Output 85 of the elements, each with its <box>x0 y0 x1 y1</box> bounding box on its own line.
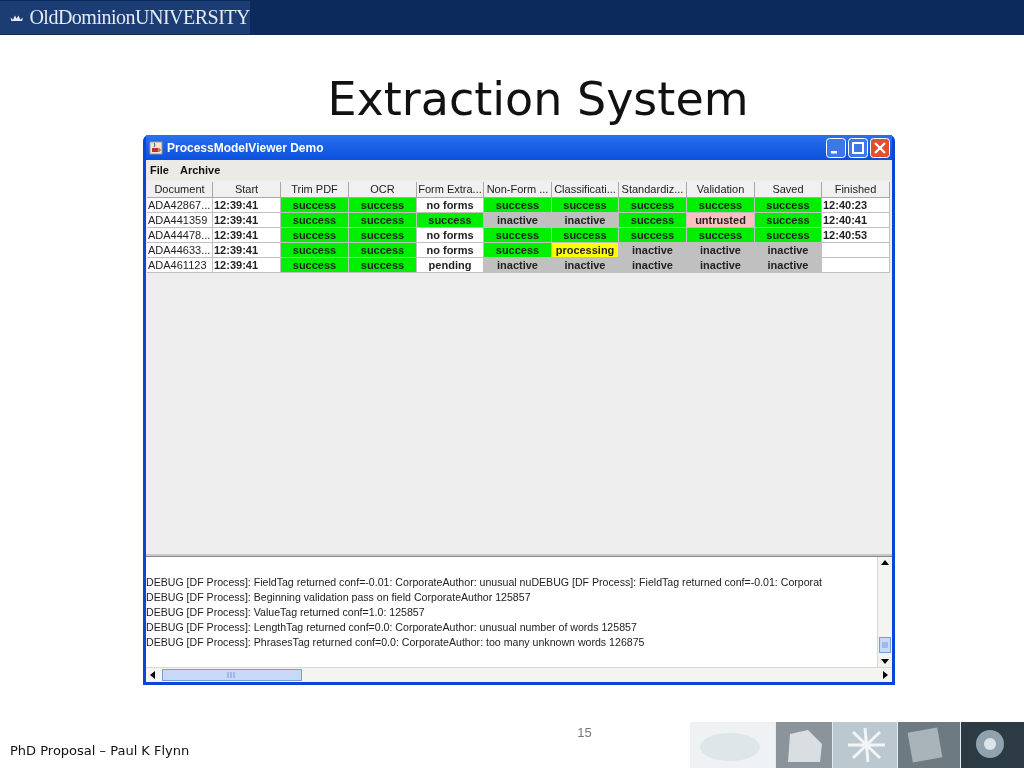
table-cell: success <box>552 198 619 213</box>
table-cell: no forms <box>417 198 484 213</box>
scroll-thumb <box>879 637 891 653</box>
coffee-cup-icon <box>149 140 163 155</box>
column-header[interactable]: OCR <box>349 182 417 198</box>
table-cell: success <box>687 198 755 213</box>
table-cell: success <box>281 213 349 228</box>
table-cell: inactive <box>687 258 755 273</box>
log-line: DEBUG [DF Process]: LengthTag returned conf=0.0: CorporateAuthor: unusual number of words 125857 <box>146 620 637 635</box>
table-cell: 12:39:41 <box>213 228 281 243</box>
table-cell: inactive <box>619 258 687 273</box>
table-cell: 12:39:41 <box>213 243 281 258</box>
maximize-button[interactable] <box>848 137 868 158</box>
table-cell: success <box>552 228 619 243</box>
table-cell: success <box>619 228 687 243</box>
horizontal-scrollbar[interactable] <box>146 667 892 682</box>
table-cell: success <box>349 198 417 213</box>
table-cell: success <box>755 198 822 213</box>
table-cell: success <box>484 228 552 243</box>
column-header[interactable]: Classificati... <box>552 182 619 198</box>
table-cell: inactive <box>484 213 552 228</box>
table-cell: 12:40:23 <box>822 198 890 213</box>
table-cell: success <box>349 228 417 243</box>
table-cell: 12:39:41 <box>213 198 281 213</box>
menu-item[interactable]: Archive <box>179 164 221 176</box>
table-cell: success <box>755 213 822 228</box>
table-cell: success <box>484 198 552 213</box>
table-cell: no forms <box>417 228 484 243</box>
table-cell: success <box>755 228 822 243</box>
table-cell: inactive <box>619 243 687 258</box>
slide-title: Extraction System <box>326 71 750 128</box>
table-cell: 12:40:41 <box>822 213 890 228</box>
column-header[interactable]: Start <box>213 182 281 198</box>
table-cell: success <box>281 198 349 213</box>
column-header[interactable]: Non-Form ... <box>484 182 552 198</box>
table-cell: success <box>281 258 349 273</box>
table-cell: success <box>619 198 687 213</box>
table-cell: 12:40:53 <box>822 228 890 243</box>
log-line: DEBUG [DF Process]: Beginning validation pass on field CorporateAuthor 125857 <box>146 590 531 605</box>
table-cell: inactive <box>687 243 755 258</box>
close-button[interactable] <box>870 137 890 158</box>
column-header[interactable]: Trim PDF <box>281 182 349 198</box>
minimize-button[interactable] <box>826 137 846 158</box>
column-header[interactable]: Finished <box>822 182 890 198</box>
column-header[interactable]: Form Extra... <box>417 182 484 198</box>
table-cell: inactive <box>552 213 619 228</box>
table-cell: success <box>349 213 417 228</box>
table-cell: no forms <box>417 243 484 258</box>
left-arrow-icon <box>148 669 158 681</box>
table-cell: success <box>417 213 484 228</box>
table-cell: success <box>619 213 687 228</box>
table-cell: success <box>349 258 417 273</box>
table-cell: ADA461123 <box>147 258 213 273</box>
log-line: DEBUG [DF Process]: ValueTag returned conf=1.0: 125857 <box>146 605 425 620</box>
table-cell: processing <box>552 243 619 258</box>
table-cell: inactive <box>484 258 552 273</box>
column-header[interactable]: Document <box>147 182 213 198</box>
menu-item[interactable]: File <box>150 164 169 176</box>
table-cell: inactive <box>755 243 822 258</box>
column-header[interactable]: Validation <box>687 182 755 198</box>
table-cell: ADA441359 <box>147 213 213 228</box>
page-number: 15 <box>577 725 592 740</box>
table-cell: ADA44478... <box>147 228 213 243</box>
table-cell: inactive <box>552 258 619 273</box>
table-cell: success <box>281 243 349 258</box>
table-cell: ADA44633... <box>147 243 213 258</box>
table-cell: 12:39:41 <box>213 258 281 273</box>
logo-text: OldDominionUNIVERSITY <box>29 6 250 29</box>
log-line: DEBUG [DF Process]: FieldTag returned conf=-0.01: CorporateAuthor: unusual nuDEBUG [DF Process]: FieldTag returned conf=-0.01: Corporat <box>146 575 822 590</box>
table-cell: 12:39:41 <box>213 213 281 228</box>
window-title: ProcessModelViewer Demo <box>167 140 325 155</box>
right-arrow-icon <box>880 669 890 681</box>
table-cell: success <box>687 228 755 243</box>
column-header[interactable]: Standardiz... <box>619 182 687 198</box>
table-cell: untrusted <box>687 213 755 228</box>
table-cell: success <box>484 243 552 258</box>
footer-author: PhD Proposal – Paul K Flynn <box>10 743 190 758</box>
table-cell: inactive <box>755 258 822 273</box>
column-header[interactable]: Saved <box>755 182 822 198</box>
table-cell: success <box>281 228 349 243</box>
table-cell: ADA42867... <box>147 198 213 213</box>
table-cell: success <box>349 243 417 258</box>
table-cell: pending <box>417 258 484 273</box>
log-line: DEBUG [DF Process]: PhrasesTag returned conf=0.0: CorporateAuthor: too many unknown words 126875 <box>146 635 645 650</box>
vertical-scrollbar[interactable] <box>877 557 892 667</box>
